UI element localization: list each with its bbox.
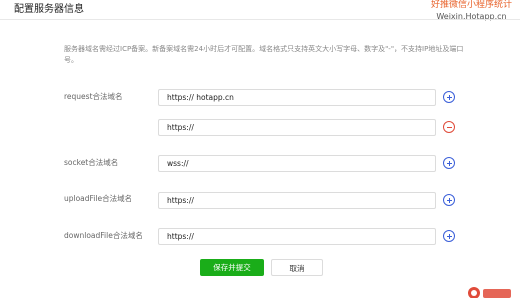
remove-request-domain-minus-circle-icon[interactable] [443, 121, 455, 133]
request-domain-label: request合法域名 [64, 92, 123, 101]
header-divider [0, 19, 520, 20]
cancel-button[interactable]: 取消 [271, 259, 323, 276]
uploadfile-domain-label: uploadFile合法域名 [64, 194, 133, 203]
add-downloadfile-domain-plus-circle-icon[interactable] [443, 230, 455, 242]
request-domain-input-2[interactable]: https:// [158, 119, 436, 136]
site-logo-icon [468, 287, 511, 298]
downloadfile-domain-label: downloadFile合法域名 [64, 231, 143, 240]
notice-text: 服务器域名需经过ICP备案。新备案域名需24小时后才可配置。域名格式只支持英文大… [64, 45, 464, 64]
watermark-line1: 好推微信小程序统计 [430, 0, 512, 10]
watermark-line2: Weixin.Hotapp.cn [436, 12, 507, 21]
save-submit-button[interactable]: 保存并提交 [200, 259, 264, 276]
add-uploadfile-domain-plus-circle-icon[interactable] [443, 194, 455, 206]
add-socket-domain-plus-circle-icon[interactable] [443, 157, 455, 169]
dialog-title: 配置服务器信息 [14, 4, 84, 15]
request-domain-input-1[interactable]: https:// hotapp.cn [158, 89, 436, 106]
downloadfile-domain-input[interactable]: https:// [158, 228, 436, 245]
add-request-domain-plus-circle-icon[interactable] [443, 91, 455, 103]
socket-domain-label: socket合法域名 [64, 158, 119, 167]
uploadfile-domain-input[interactable]: https:// [158, 192, 436, 209]
socket-domain-input[interactable]: wss:// [158, 155, 436, 172]
